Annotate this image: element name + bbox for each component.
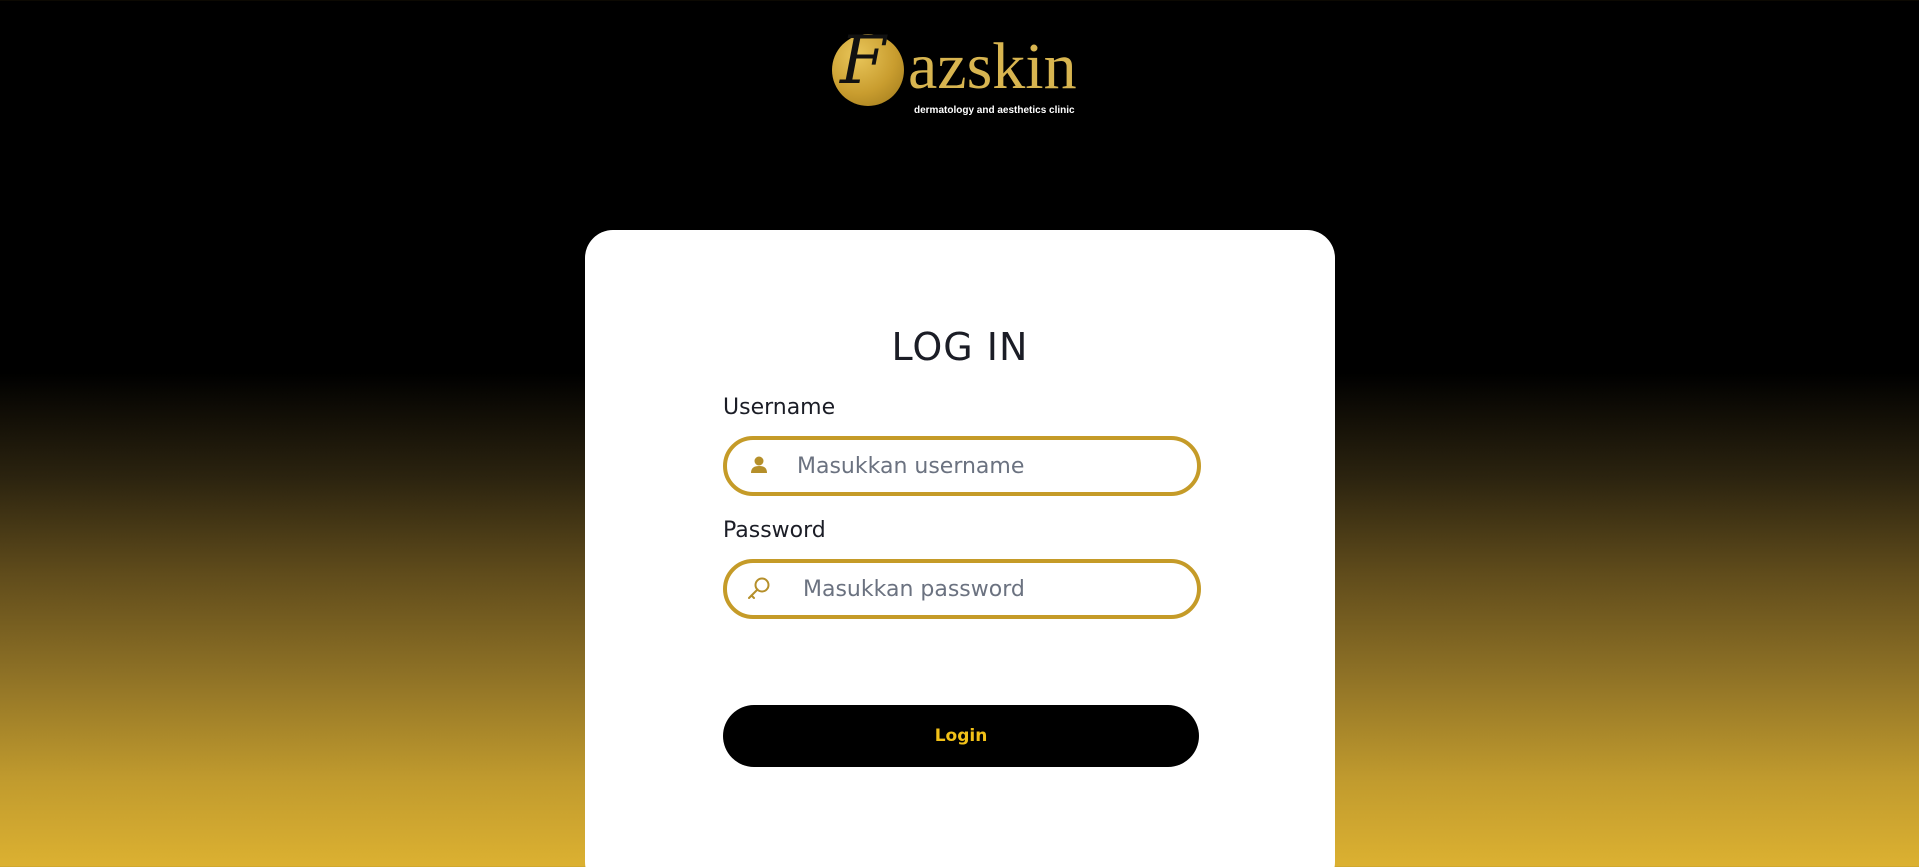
key-icon xyxy=(745,575,773,603)
login-card: LOG IN Username Password Login xyxy=(585,230,1335,867)
username-label: Username xyxy=(723,395,836,420)
logo-wordmark: azskin xyxy=(908,30,1077,103)
password-label: Password xyxy=(723,518,826,543)
logo-tagline: dermatology and aesthetics clinic xyxy=(914,105,1075,116)
username-field-wrapper[interactable] xyxy=(723,436,1201,496)
clinic-logo: F azskin dermatology and aesthetics clin… xyxy=(830,28,1090,122)
login-button[interactable]: Login xyxy=(723,705,1199,767)
username-input[interactable] xyxy=(797,440,1177,492)
password-input[interactable] xyxy=(803,563,1183,615)
user-icon xyxy=(745,452,773,480)
page-title: LOG IN xyxy=(891,325,1029,369)
password-field-wrapper[interactable] xyxy=(723,559,1201,619)
logo-monogram: F xyxy=(840,22,886,99)
